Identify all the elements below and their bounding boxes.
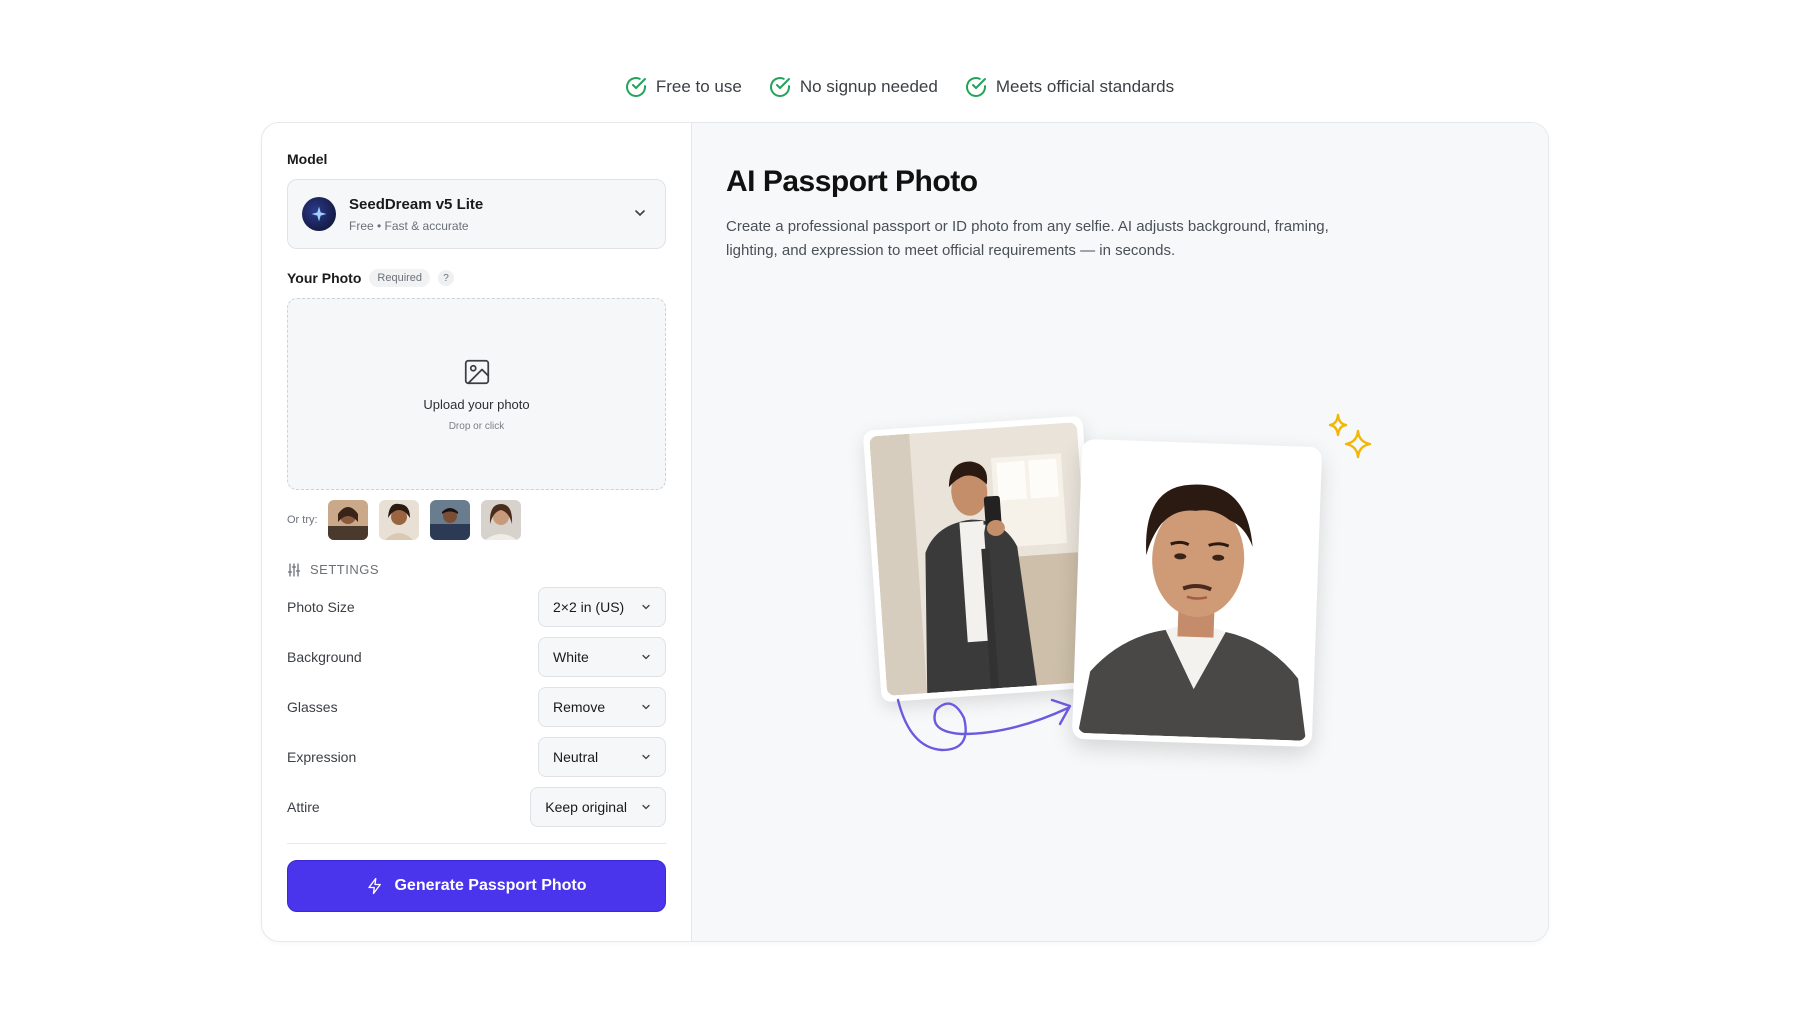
upload-subtitle: Drop or click (448, 420, 505, 432)
badge-free: Free to use (624, 75, 742, 99)
divider (287, 843, 666, 844)
badge-no-signup: No signup needed (768, 75, 938, 99)
try-label: Or try: (287, 514, 318, 526)
setting-label: Glasses (287, 699, 338, 715)
chevron-down-icon (642, 754, 650, 760)
lightning-icon (368, 877, 382, 895)
settings-heading: SETTINGS (287, 562, 666, 577)
setting-label: Attire (287, 799, 320, 815)
setting-glasses: Glasses Remove (287, 687, 666, 727)
setting-expression: Expression Neutral (287, 737, 666, 777)
badge-label: No signup needed (799, 77, 938, 96)
sample-photo-1[interactable] (327, 500, 368, 540)
sample-photo-2[interactable] (378, 500, 419, 540)
generate-button[interactable]: Generate Passport Photo (287, 860, 666, 912)
model-label: Model (287, 151, 328, 167)
feature-badges: Free to use No signup needed Meets offic… (0, 75, 1798, 99)
check-circle-icon (769, 77, 790, 97)
page-description: Create a professional passport or ID pho… (726, 218, 1329, 259)
required-badge: Required (369, 269, 431, 287)
select-value: Keep original (545, 799, 627, 815)
sample-photo-3[interactable] (429, 500, 470, 540)
curly-arrow-icon (896, 698, 1072, 752)
setting-label: Background (287, 649, 362, 665)
upload-dropzone[interactable]: Upload your photo Drop or click (287, 298, 666, 490)
setting-background: Background White (287, 637, 666, 677)
upload-title: Upload your photo (423, 396, 530, 412)
expression-select[interactable]: Neutral (538, 737, 666, 777)
badge-standards: Meets official standards (964, 75, 1174, 99)
model-subtitle: Free • Fast & accurate (349, 218, 469, 233)
model-name: SeedDream v5 Lite (349, 195, 484, 213)
select-value: 2×2 in (US) (553, 599, 625, 615)
photo-size-select[interactable]: 2×2 in (US) (538, 587, 666, 627)
model-select[interactable]: SeedDream v5 Lite Free • Fast & accurate (287, 179, 666, 249)
setting-label: Expression (287, 749, 357, 765)
sparkle-logo-icon (302, 197, 336, 231)
select-value: Remove (553, 699, 606, 715)
before-photo (862, 415, 1102, 703)
badge-label: Meets official standards (995, 77, 1175, 96)
setting-label: Photo Size (287, 599, 355, 615)
background-select[interactable]: White (538, 637, 666, 677)
setting-attire: Attire Keep original (287, 787, 666, 827)
check-circle-icon (625, 77, 646, 97)
sliders-icon (287, 562, 301, 577)
image-icon (464, 359, 489, 384)
tool-card: Model SeedDream v5 Lite Free • Fast & ac… (261, 122, 1549, 942)
generate-label: Generate Passport Photo (394, 877, 587, 894)
attire-select[interactable]: Keep original (530, 787, 666, 827)
before-after-illustration (862, 403, 1452, 803)
chevron-down-icon (642, 804, 650, 810)
help-icon[interactable]: ? (438, 270, 455, 286)
page-title: AI Passport Photo (726, 165, 978, 198)
after-photo (1071, 438, 1323, 748)
select-value: Neutral (553, 749, 599, 765)
glasses-select[interactable]: Remove (538, 687, 666, 727)
photo-label: Your Photo (287, 270, 362, 286)
chevron-down-icon (642, 604, 650, 610)
chevron-down-icon (642, 654, 650, 660)
sparkle-icon (1328, 413, 1372, 459)
setting-photo-size: Photo Size 2×2 in (US) (287, 587, 666, 627)
settings-label: SETTINGS (310, 562, 380, 577)
preview-panel: AI Passport Photo Create a professional … (692, 123, 1548, 941)
chevron-down-icon (635, 210, 645, 217)
select-value: White (553, 649, 589, 665)
settings-panel: Model SeedDream v5 Lite Free • Fast & ac… (262, 123, 692, 941)
chevron-down-icon (642, 704, 650, 710)
badge-label: Free to use (655, 77, 742, 96)
sample-photo-4[interactable] (480, 500, 521, 540)
check-circle-icon (965, 77, 986, 97)
